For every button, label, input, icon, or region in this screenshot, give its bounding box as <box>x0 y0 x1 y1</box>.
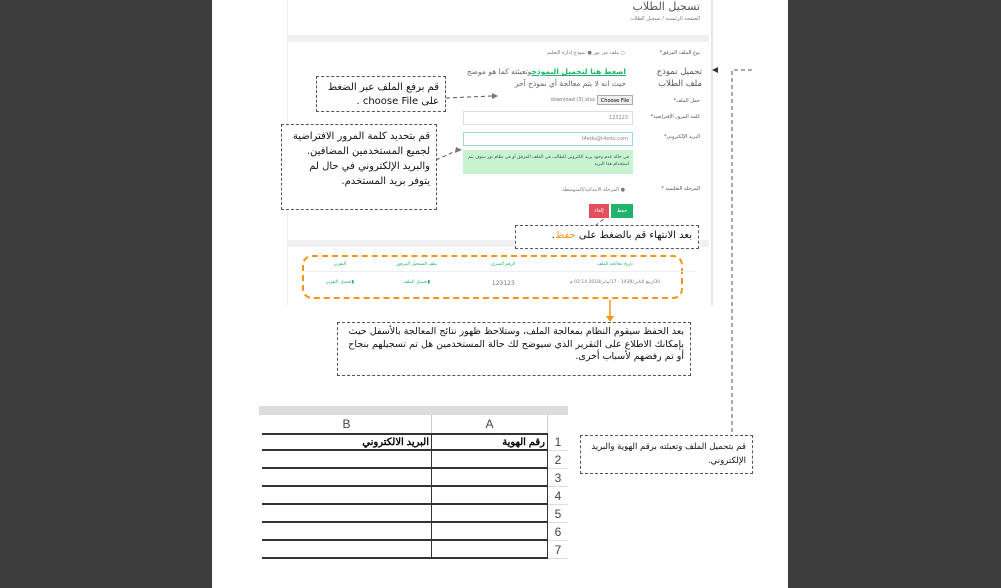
row-number[interactable]: 7 <box>548 541 568 559</box>
sheet-cell-b[interactable] <box>262 505 432 523</box>
sheet-cell-a[interactable] <box>432 541 548 559</box>
sheet-cell-b[interactable] <box>262 469 432 487</box>
sheet-cell-a[interactable] <box>432 469 548 487</box>
row-number[interactable]: 1 <box>548 433 568 451</box>
spreadsheet: B A البريد الالكتروني رقم الهوية 1 2 3 4… <box>259 406 568 566</box>
callout-upload: قم برفع الملف عبر الضغط على choose File … <box>316 76 446 112</box>
sheet-cell-b[interactable] <box>262 541 432 559</box>
sheet-cell-a[interactable] <box>432 451 548 469</box>
row-number[interactable]: 2 <box>548 451 568 469</box>
row-number[interactable]: 4 <box>548 487 568 505</box>
sheet-cell-a[interactable] <box>432 487 548 505</box>
sheet-cell-a[interactable] <box>432 523 548 541</box>
arrow-template <box>731 69 752 435</box>
sheet-cell-b[interactable]: البريد الالكتروني <box>262 433 432 451</box>
sheet-cell-b[interactable] <box>262 523 432 541</box>
row-number[interactable]: 6 <box>548 523 568 541</box>
callout-result: بعد الحفظ سيقوم النظام بمعالجة الملف، وس… <box>337 322 691 376</box>
column-header-b[interactable]: B <box>262 415 432 433</box>
sheet-cell-a[interactable] <box>432 505 548 523</box>
sheet-cell-b[interactable] <box>262 487 432 505</box>
row-number[interactable]: 5 <box>548 505 568 523</box>
column-header-a[interactable]: A <box>432 415 548 433</box>
callout-password: قم بتحديد كلمة المرور الافتراضية لجميع ا… <box>281 124 437 210</box>
arrow-password <box>435 149 459 161</box>
callout-template: قم بتحميل الملف وتعبئته برقم الهوية والب… <box>580 435 753 474</box>
callout-save: بعد الانتهاء قم بالضغط على حفظ. <box>515 225 699 249</box>
row-number[interactable]: 3 <box>548 469 568 487</box>
sheet-cell-b[interactable] <box>262 451 432 469</box>
sheet-cell-a[interactable]: رقم الهوية <box>432 433 548 451</box>
arrow-upload <box>445 95 493 99</box>
